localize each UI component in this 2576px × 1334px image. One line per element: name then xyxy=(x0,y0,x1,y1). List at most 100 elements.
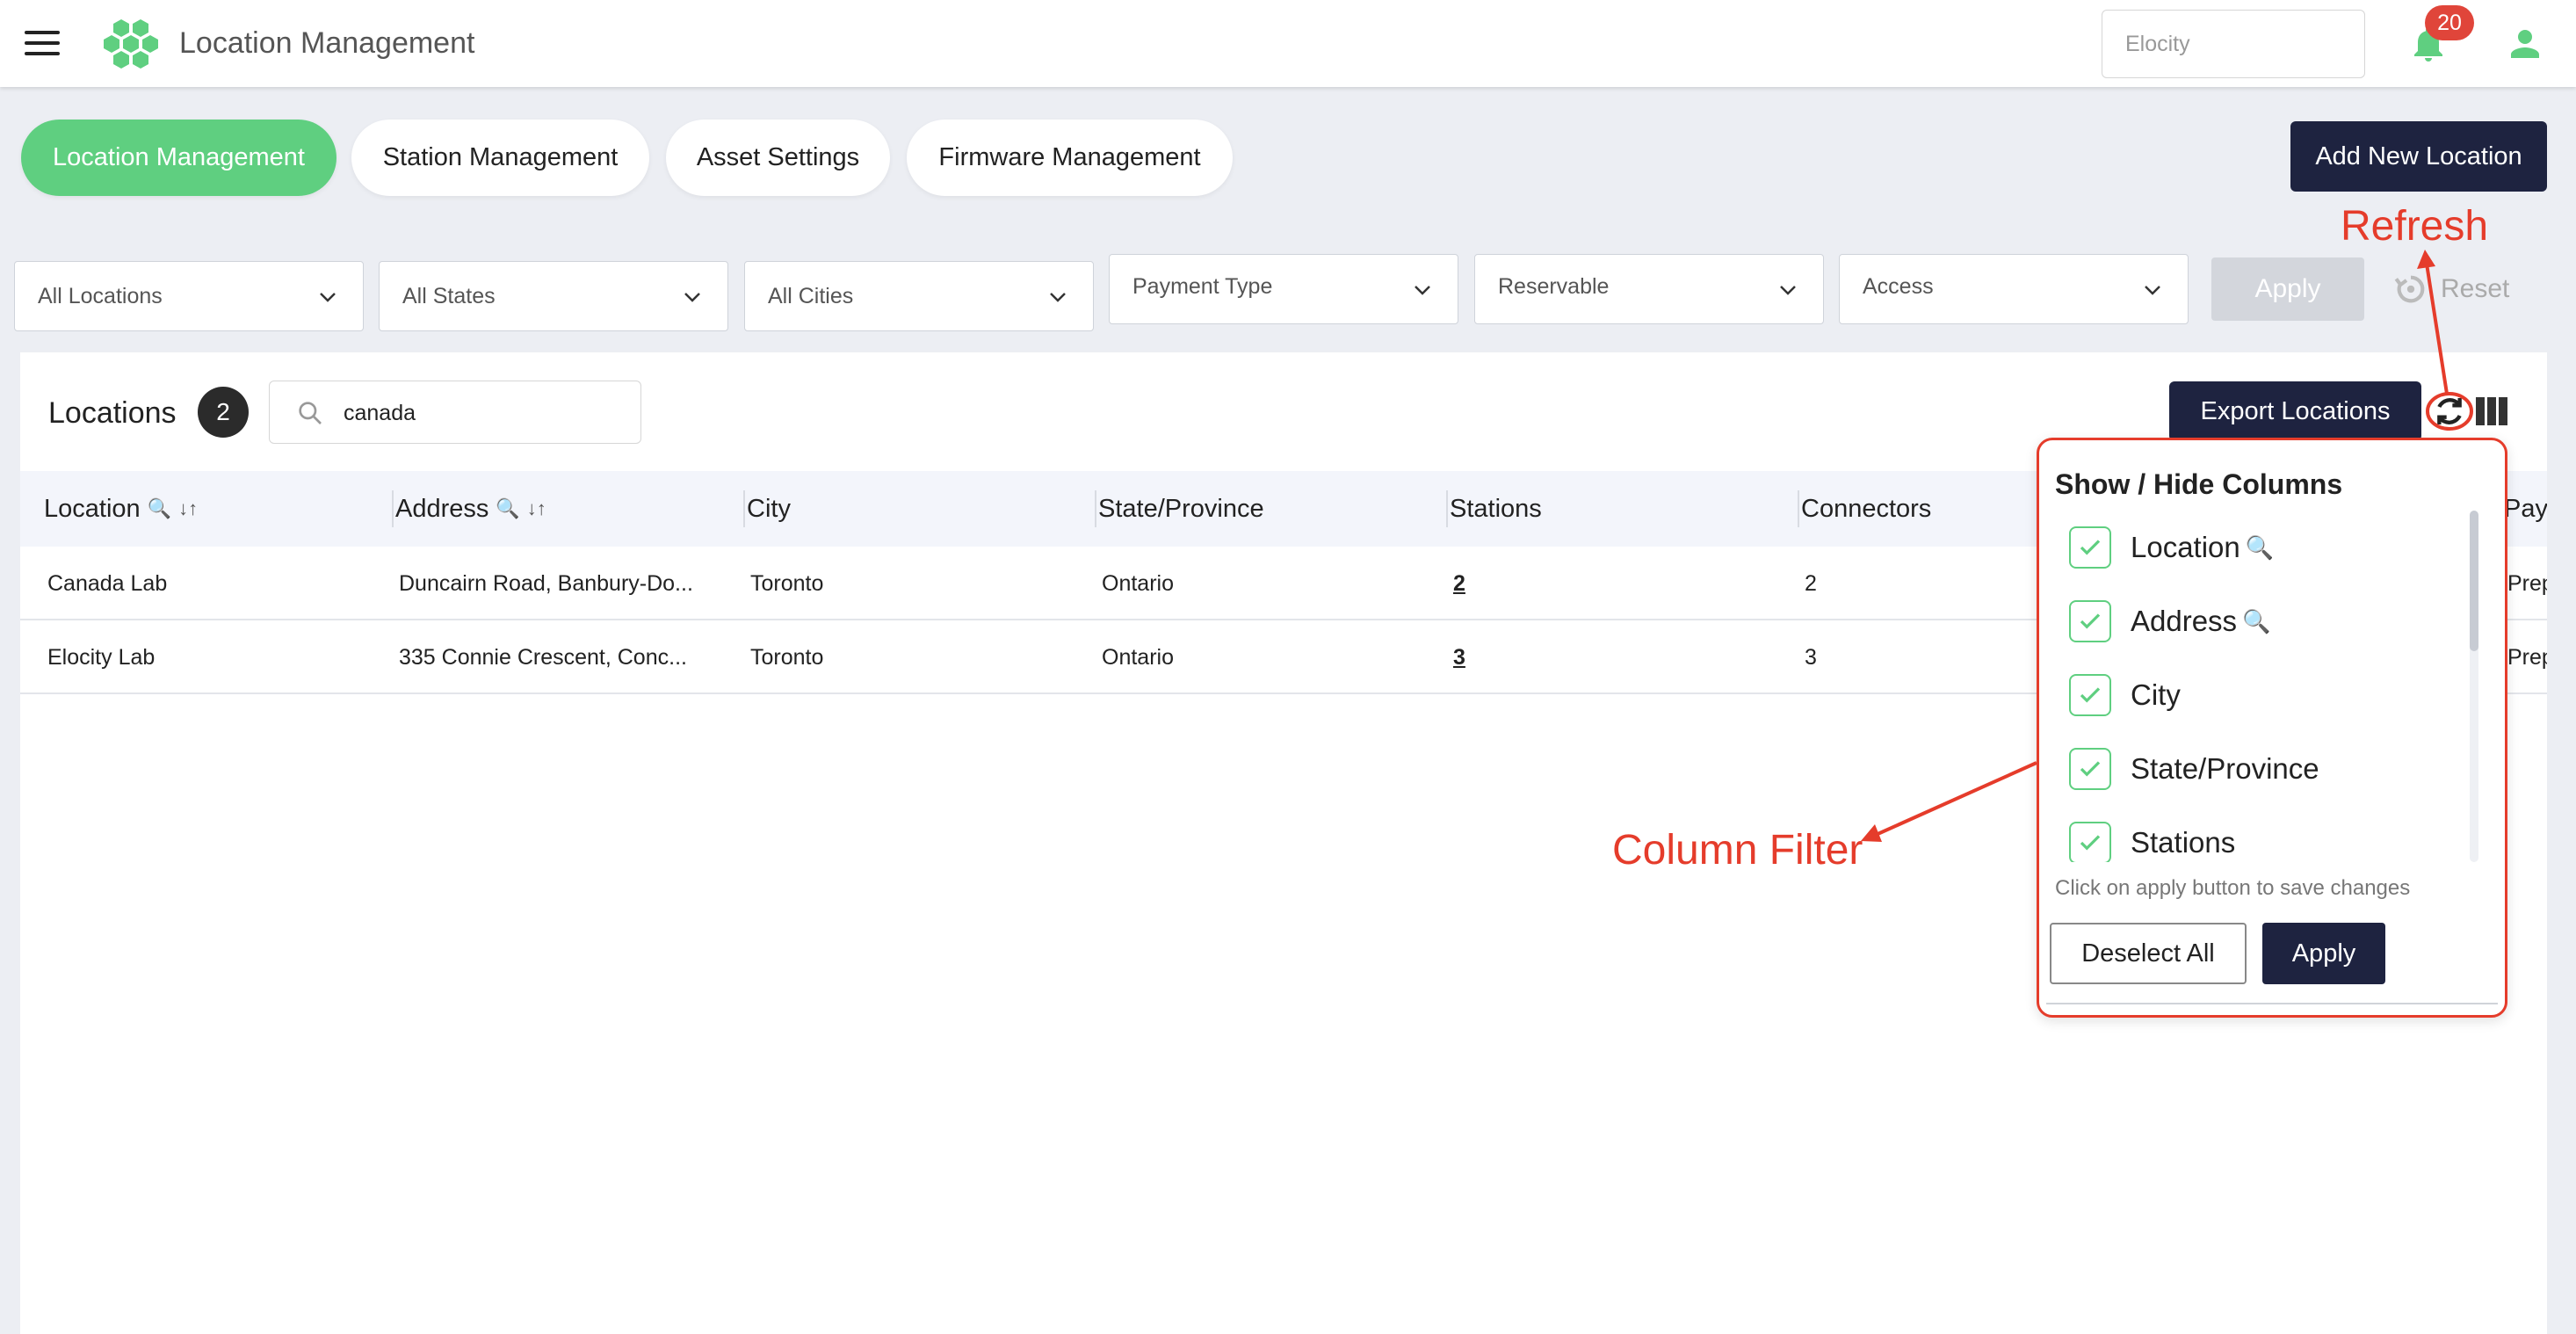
column-search-icon[interactable]: 🔍 xyxy=(496,497,519,520)
filter-locations-select[interactable]: All Locations xyxy=(14,261,364,331)
column-settings-icon[interactable] xyxy=(2476,397,2507,425)
column-option-address[interactable]: Address 🔍 xyxy=(2055,584,2468,658)
chevron-down-icon xyxy=(684,293,700,302)
refresh-icon[interactable] xyxy=(2432,394,2467,429)
tab-firmware-management[interactable]: Firmware Management xyxy=(907,120,1233,196)
column-sort-icon[interactable]: ↓↑ xyxy=(527,497,546,520)
filter-locations-value: All Locations xyxy=(38,283,163,308)
filter-access-value: Access xyxy=(1863,274,1934,299)
column-header-city[interactable]: City xyxy=(747,471,1096,547)
column-divider[interactable] xyxy=(1446,490,1448,527)
column-option-label: State/Province xyxy=(2131,752,2319,785)
column-search-icon[interactable]: 🔍 xyxy=(148,497,171,520)
deselect-all-button[interactable]: Deselect All xyxy=(2050,923,2247,984)
checkbox-checked-icon[interactable] xyxy=(2069,600,2111,642)
column-divider[interactable] xyxy=(392,490,394,527)
column-header-state[interactable]: State/Province xyxy=(1098,471,1448,547)
tab-station-management[interactable]: Station Management xyxy=(351,120,649,196)
column-header-city-label: City xyxy=(747,494,791,523)
column-header-address[interactable]: Address 🔍 ↓↑ xyxy=(395,471,745,547)
column-header-state-label: State/Province xyxy=(1098,494,1264,523)
refresh-annotation-label: Refresh xyxy=(2341,203,2489,250)
cell-city: Toronto xyxy=(750,644,824,670)
cell-payment: Prep xyxy=(2507,570,2547,596)
hexagon-logo-icon xyxy=(104,19,158,69)
filter-states-value: All States xyxy=(402,283,496,308)
column-option-label: Location xyxy=(2131,531,2240,563)
popover-scrollbar[interactable] xyxy=(2470,511,2478,862)
reset-label: Reset xyxy=(2441,274,2510,303)
scrollbar-thumb[interactable] xyxy=(2470,511,2478,651)
column-header-stations[interactable]: Stations xyxy=(1450,471,1799,547)
notification-count-badge: 20 xyxy=(2425,5,2474,40)
cell-payment: Prep xyxy=(2507,644,2547,670)
locations-title: Locations xyxy=(48,396,177,430)
column-checkbox-list: Location 🔍 Address 🔍 City State/Province xyxy=(2055,511,2468,862)
popover-hint-text: Click on apply button to save changes xyxy=(2055,876,2411,900)
filter-states-select[interactable]: All States xyxy=(379,261,728,331)
filter-payment-type-select[interactable]: Payment Type xyxy=(1109,254,1458,324)
app-header: Location Management Elocity 20 xyxy=(0,0,2576,87)
cell-connectors: 3 xyxy=(1805,644,1817,670)
filter-cities-select[interactable]: All Cities xyxy=(744,261,1094,331)
column-option-label: Address xyxy=(2131,605,2238,637)
column-header-location[interactable]: Location 🔍 ↓↑ xyxy=(44,471,394,547)
cell-state: Ontario xyxy=(1102,644,1174,670)
column-filter-annotation-label: Column Filter xyxy=(1612,827,1863,874)
column-header-payment[interactable]: Pay xyxy=(2504,471,2547,547)
cell-state: Ontario xyxy=(1102,570,1174,596)
filter-cities-value: All Cities xyxy=(768,283,854,308)
search-value: canada xyxy=(344,401,416,425)
locations-count-badge: 2 xyxy=(198,387,249,438)
cell-stations-link[interactable]: 2 xyxy=(1453,547,1506,620)
tenant-selector-input[interactable]: Elocity xyxy=(2102,10,2365,78)
column-option-stations[interactable]: Stations xyxy=(2055,806,2468,862)
column-header-stations-label: Stations xyxy=(1450,494,1542,523)
column-sort-icon[interactable]: ↓↑ xyxy=(178,497,198,520)
column-divider[interactable] xyxy=(1095,490,1096,527)
magnifier-icon: 🔍 xyxy=(2245,533,2275,561)
cell-city: Toronto xyxy=(750,570,824,596)
chevron-down-icon xyxy=(1780,286,1796,295)
add-new-location-button[interactable]: Add New Location xyxy=(2290,121,2547,192)
filter-access-select[interactable]: Access xyxy=(1839,254,2189,324)
locations-search-input[interactable]: canada xyxy=(269,381,641,444)
apply-filters-button[interactable]: Apply xyxy=(2211,257,2364,321)
popover-title: Show / Hide Columns xyxy=(2055,468,2343,500)
export-locations-button[interactable]: Export Locations xyxy=(2169,381,2421,441)
column-header-location-label: Location xyxy=(44,494,141,523)
filter-reservable-select[interactable]: Reservable xyxy=(1474,254,1824,324)
chevron-down-icon xyxy=(2145,286,2160,295)
tab-asset-settings[interactable]: Asset Settings xyxy=(666,120,890,196)
checkbox-checked-icon[interactable] xyxy=(2069,822,2111,862)
tab-location-management[interactable]: Location Management xyxy=(21,120,336,196)
cell-connectors: 2 xyxy=(1805,570,1817,596)
show-hide-columns-popover: Show / Hide Columns Location 🔍 Address 🔍… xyxy=(2037,438,2507,1018)
column-option-city[interactable]: City xyxy=(2055,658,2468,732)
search-icon xyxy=(299,402,322,424)
cell-address: 335 Connie Crescent, Conc... xyxy=(399,644,687,670)
user-account-icon[interactable] xyxy=(2504,23,2546,65)
column-option-label: City xyxy=(2131,678,2181,711)
chevron-down-icon xyxy=(1050,293,1066,302)
cell-stations-link[interactable]: 3 xyxy=(1453,620,1506,694)
app-title: Location Management xyxy=(179,26,475,60)
filter-reservable-value: Reservable xyxy=(1498,274,1610,299)
cell-address: Duncairn Road, Banbury-Do... xyxy=(399,570,693,596)
checkbox-checked-icon[interactable] xyxy=(2069,526,2111,569)
column-divider[interactable] xyxy=(743,490,745,527)
popover-divider xyxy=(2046,1003,2498,1004)
column-divider[interactable] xyxy=(1798,490,1799,527)
column-option-state[interactable]: State/Province xyxy=(2055,732,2468,806)
magnifier-icon: 🔍 xyxy=(2242,607,2271,634)
chevron-down-icon xyxy=(1415,286,1430,295)
checkbox-checked-icon[interactable] xyxy=(2069,674,2111,716)
chevron-down-icon xyxy=(320,293,336,302)
reset-filters-button[interactable]: Reset xyxy=(2393,270,2509,308)
checkbox-checked-icon[interactable] xyxy=(2069,748,2111,790)
column-option-label: Stations xyxy=(2131,826,2236,859)
cell-location: Canada Lab xyxy=(47,570,168,596)
column-option-location[interactable]: Location 🔍 xyxy=(2055,511,2468,584)
popover-apply-button[interactable]: Apply xyxy=(2262,923,2385,984)
hamburger-menu-icon[interactable] xyxy=(25,31,60,57)
